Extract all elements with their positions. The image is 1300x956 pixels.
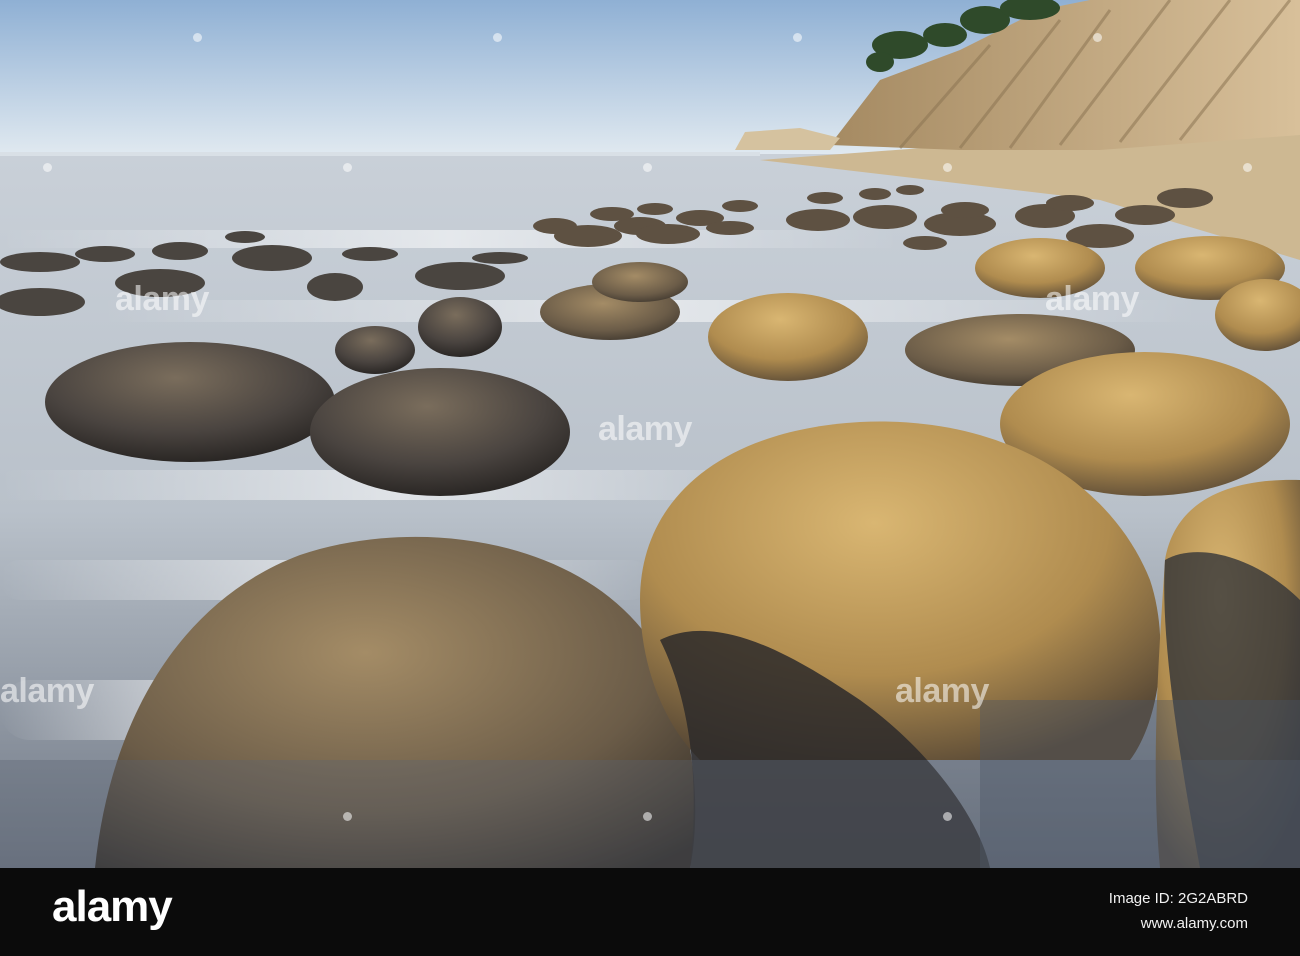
brand-logo: alamy bbox=[52, 882, 173, 931]
image-id-text: Image ID: 2G2ABRD bbox=[1108, 890, 1248, 907]
watermark-text: alamy bbox=[598, 410, 692, 448]
image-meta: Image ID: 2G2ABRD www.alamy.com bbox=[1109, 886, 1248, 936]
stock-photo: alamy alamy alamy alamy alamy bbox=[0, 0, 1300, 868]
watermark-text: alamy bbox=[1045, 280, 1139, 318]
watermark-text: alamy bbox=[0, 672, 94, 710]
site-url: www.alamy.com bbox=[1140, 915, 1248, 932]
watermark-text: alamy bbox=[895, 672, 989, 710]
watermark-text: alamy bbox=[115, 280, 209, 318]
footer-banner: alamy Image ID: 2G2ABRD www.alamy.com bbox=[0, 868, 1300, 956]
